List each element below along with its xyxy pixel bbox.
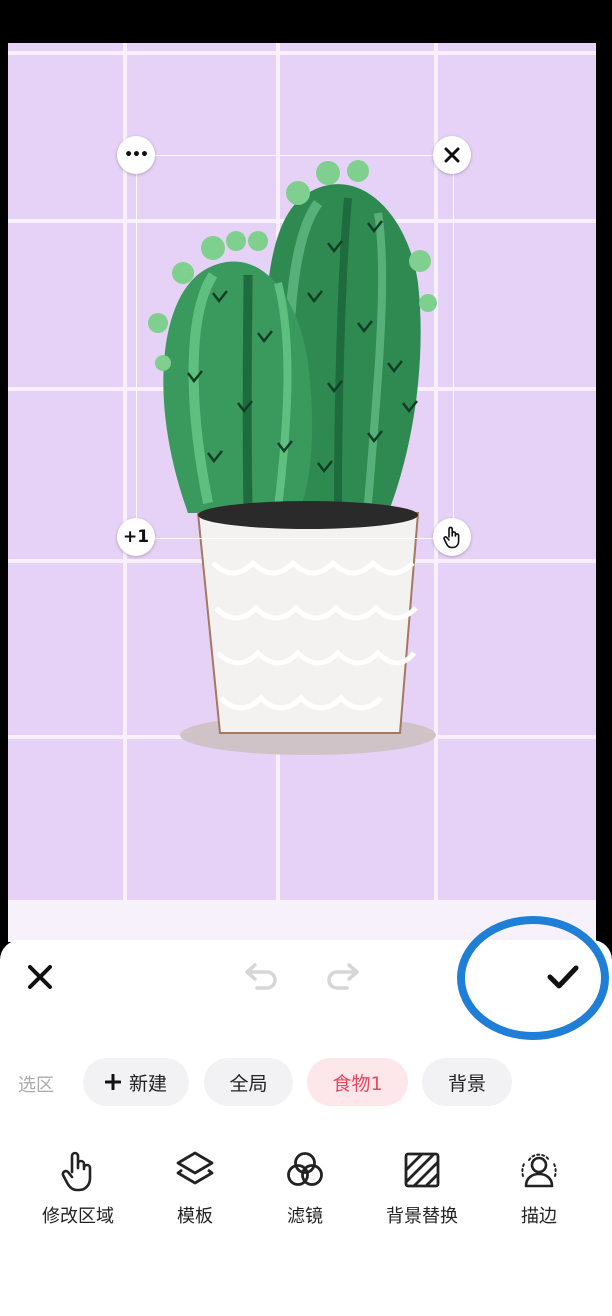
undo-button[interactable] xyxy=(239,955,283,999)
tool-filter-label: 滤镜 xyxy=(287,1206,323,1227)
tool-background-replace-label: 背景替换 xyxy=(386,1206,458,1227)
close-icon xyxy=(444,147,460,163)
selection-row-label: 选区 xyxy=(18,1075,54,1096)
plus-icon xyxy=(104,1074,121,1090)
redo-button[interactable] xyxy=(321,955,365,999)
cancel-button[interactable] xyxy=(18,955,62,999)
redo-icon xyxy=(327,963,359,990)
highlight-ring xyxy=(457,916,609,1040)
chip-food1-label: 食物1 xyxy=(332,1072,383,1095)
chip-background[interactable]: 背景 xyxy=(422,1058,512,1106)
tool-modify-area[interactable]: 修改区域 xyxy=(23,1148,133,1228)
selection-box[interactable] xyxy=(136,155,454,539)
close-icon xyxy=(28,965,52,989)
chip-background-label: 背景 xyxy=(447,1072,486,1095)
undo-icon xyxy=(245,963,277,990)
tool-background-replace[interactable]: 背景替换 xyxy=(367,1148,477,1228)
plus-one-label: +1 xyxy=(122,527,150,547)
tool-outline-label: 描边 xyxy=(521,1206,557,1227)
drag-resize-handle[interactable] xyxy=(433,518,471,556)
delete-selection-handle[interactable] xyxy=(433,136,471,174)
filter-circles-icon xyxy=(287,1152,323,1186)
outline-person-icon xyxy=(521,1153,557,1188)
chip-new[interactable]: 新建 xyxy=(83,1058,189,1106)
duplicate-selection-handle[interactable]: +1 xyxy=(117,518,155,556)
tool-outline[interactable]: 描边 xyxy=(484,1148,594,1228)
more-icon: ••• xyxy=(124,147,149,163)
chip-food1[interactable]: 食物1 xyxy=(307,1058,408,1106)
hand-drag-icon xyxy=(443,526,460,549)
tool-modify-area-label: 修改区域 xyxy=(42,1206,114,1227)
more-options-handle[interactable]: ••• xyxy=(117,136,155,174)
tool-template[interactable]: 模板 xyxy=(140,1148,250,1228)
chip-new-label: 新建 xyxy=(128,1072,167,1095)
chip-global[interactable]: 全局 xyxy=(204,1058,293,1106)
layers-icon xyxy=(176,1151,214,1185)
tool-template-label: 模板 xyxy=(177,1206,213,1227)
hand-pointer-icon xyxy=(61,1151,92,1192)
background-replace-icon xyxy=(404,1152,440,1188)
chip-global-label: 全局 xyxy=(229,1072,268,1095)
tool-filter[interactable]: 滤镜 xyxy=(250,1148,360,1228)
